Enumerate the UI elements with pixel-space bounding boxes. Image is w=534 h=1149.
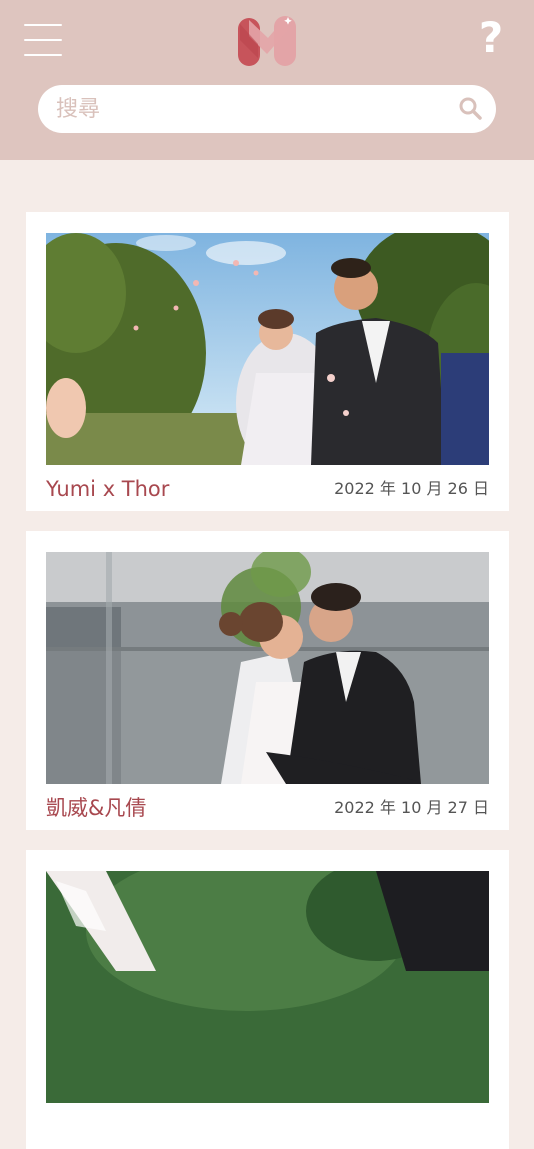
album-card[interactable]: Yumi x Thor 2022 年 10 月 26 日	[26, 212, 509, 511]
album-card[interactable]	[26, 850, 509, 1149]
album-card[interactable]: 凱威&凡倩 2022 年 10 月 27 日	[26, 531, 509, 830]
album-title: 凱威&凡倩	[46, 796, 147, 820]
app-header: ?	[0, 0, 534, 160]
album-cover-photo	[46, 871, 489, 1103]
album-title: Yumi x Thor	[46, 477, 170, 501]
help-button[interactable]: ?	[474, 14, 508, 62]
search-input[interactable]	[56, 85, 436, 133]
hamburger-menu-icon[interactable]	[24, 22, 62, 58]
album-cover-photo	[46, 233, 489, 465]
search-bar	[38, 85, 496, 133]
search-icon[interactable]	[458, 96, 482, 120]
album-cover-photo	[46, 552, 489, 784]
app-logo-icon[interactable]	[236, 14, 298, 68]
album-date: 2022 年 10 月 27 日	[334, 798, 489, 817]
album-date: 2022 年 10 月 26 日	[334, 479, 489, 498]
